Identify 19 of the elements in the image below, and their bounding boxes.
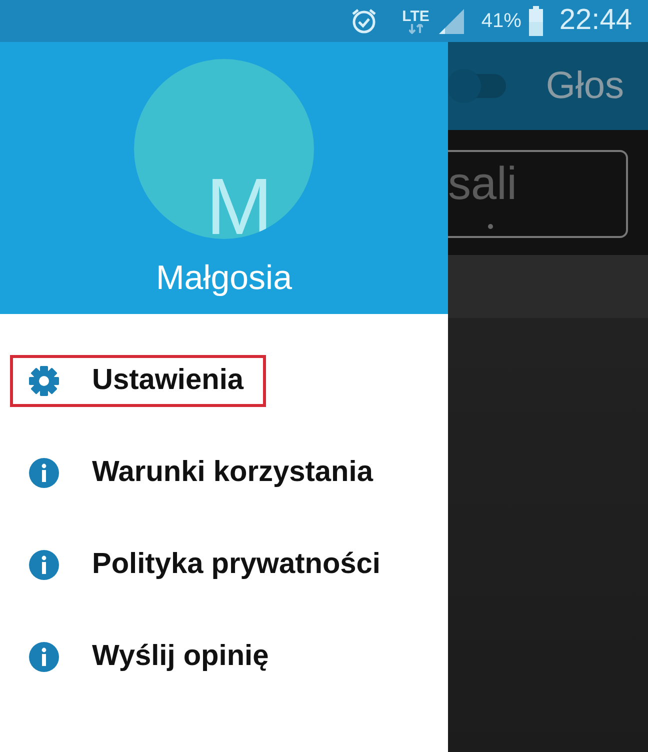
alarm-icon [350, 7, 378, 35]
clock-time: 22:44 [559, 3, 632, 38]
menu-item[interactable]: Warunki korzystania [10, 447, 395, 499]
menu-item[interactable]: Ustawienia [10, 355, 266, 407]
network-type-label: LTE [402, 8, 430, 24]
battery-icon [529, 6, 544, 36]
info-icon [27, 548, 61, 582]
battery-percentage: 41% [481, 9, 522, 34]
toggle-switch[interactable] [448, 68, 508, 104]
settings-icon [27, 364, 61, 398]
info-icon [27, 640, 61, 674]
menu-item[interactable]: Wyślij opinię [10, 631, 291, 683]
signal-icon [437, 7, 466, 35]
app-title: Głos [546, 64, 625, 108]
user-name: Małgosia [156, 258, 292, 299]
avatar-letter: M [206, 167, 273, 239]
info-icon [27, 456, 61, 490]
data-arrows-icon [408, 24, 423, 34]
menu-item[interactable]: Polityka prywatności [10, 539, 402, 591]
